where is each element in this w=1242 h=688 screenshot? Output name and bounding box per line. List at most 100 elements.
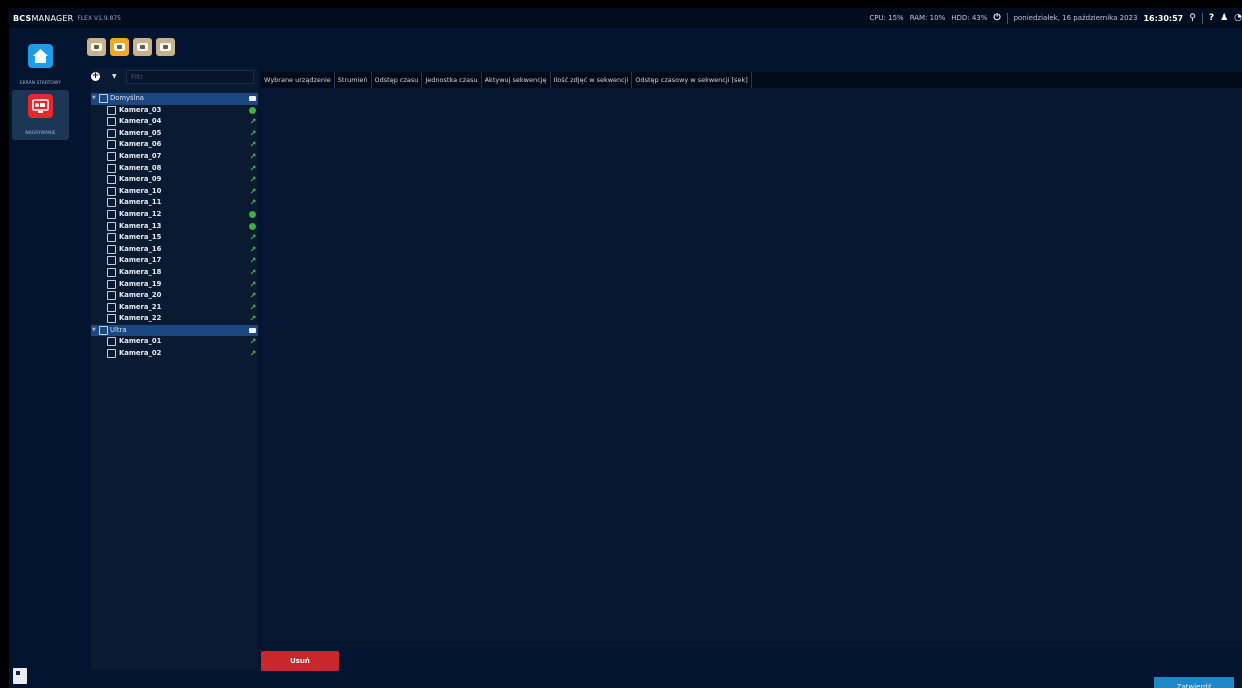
item-checkbox[interactable]	[107, 291, 116, 301]
column-header[interactable]: Odstęp czasu	[372, 72, 423, 88]
tree-item[interactable]: Kamera_16 ↗	[91, 244, 258, 256]
tree-item[interactable]: Kamera_06 ↗	[91, 139, 258, 151]
hdd-usage: HDD: 43%	[951, 14, 988, 22]
tree-item[interactable]: Kamera_19 ↗	[91, 279, 258, 291]
search-icon[interactable]: ⚲	[1189, 13, 1196, 23]
logout-icon[interactable]: ◔	[1234, 13, 1242, 23]
cpu-usage: CPU: 15%	[869, 14, 904, 22]
item-checkbox[interactable]	[107, 314, 116, 324]
item-checkbox[interactable]	[107, 128, 116, 138]
item-checkbox[interactable]	[107, 209, 116, 219]
tree-item[interactable]: Kamera_15 ↗	[91, 232, 258, 244]
connection-icon: ↗	[249, 337, 257, 347]
connection-icon: ↗	[249, 349, 257, 359]
nav-item-home[interactable]: EKRAN STARTOWY	[12, 40, 69, 90]
item-checkbox[interactable]	[107, 186, 116, 196]
tree-item[interactable]: Kamera_11 ↗	[91, 197, 258, 209]
tree-item[interactable]: Kamera_08 ↗	[91, 163, 258, 175]
layout-icon[interactable]	[13, 668, 27, 684]
item-checkbox[interactable]	[107, 221, 116, 231]
camera-label: Kamera_04	[119, 117, 162, 126]
camera-label: Kamera_10	[119, 186, 162, 195]
tree-item[interactable]: Kamera_10 ↗	[91, 186, 258, 198]
tree-item[interactable]: Kamera_09 ↗	[91, 174, 258, 186]
column-header[interactable]: Aktywuj sekwencję	[482, 72, 551, 88]
item-checkbox[interactable]	[107, 140, 116, 150]
nav-item-label: NAGRYWANIE	[25, 131, 56, 136]
camera-label: Kamera_18	[119, 267, 162, 276]
home-icon	[28, 44, 53, 68]
separator	[1201, 12, 1203, 24]
tree-item[interactable]: Kamera_02 ↗	[91, 348, 258, 360]
item-checkbox[interactable]	[107, 349, 116, 359]
item-checkbox[interactable]	[107, 244, 116, 254]
camera-label: Kamera_01	[119, 337, 162, 346]
confirm-button[interactable]: Zatwierdź	[1154, 677, 1234, 688]
camera-label: Kamera_15	[119, 233, 162, 242]
delete-button[interactable]: Usuń	[261, 651, 339, 671]
column-header[interactable]: Wybrane urządzenie	[261, 72, 335, 88]
camera-label: Kamera_11	[119, 198, 162, 207]
connection-icon: ↗	[249, 151, 257, 161]
item-checkbox[interactable]	[107, 302, 116, 312]
item-checkbox[interactable]	[107, 337, 116, 347]
group-label: Domyślna	[110, 94, 144, 102]
item-checkbox[interactable]	[107, 105, 116, 115]
power-icon[interactable]: ⏻	[993, 13, 1000, 23]
snapshot-icon[interactable]	[110, 38, 129, 56]
tree-group[interactable]: ▼ Ultra	[91, 324, 258, 337]
tree-item[interactable]: Kamera_07 ↗	[91, 151, 258, 163]
tree-item[interactable]: Kamera_05 ↗	[91, 128, 258, 140]
item-checkbox[interactable]	[107, 117, 116, 127]
tree-item[interactable]: Kamera_13	[91, 221, 258, 233]
item-checkbox[interactable]	[107, 163, 116, 173]
item-checkbox[interactable]	[107, 151, 116, 161]
column-header[interactable]: Ilość zdjęć w sekwencji	[551, 72, 633, 88]
tree-item[interactable]: Kamera_20 ↗	[91, 290, 258, 302]
tree-item[interactable]: Kamera_03	[91, 105, 258, 117]
tree-item[interactable]: Kamera_04 ↗	[91, 116, 258, 128]
item-checkbox[interactable]	[107, 256, 116, 266]
connection-icon: ↗	[249, 128, 257, 138]
tree-item[interactable]: Kamera_12	[91, 209, 258, 221]
item-checkbox[interactable]	[107, 198, 116, 208]
tree-group[interactable]: ▼ Domyślna	[91, 93, 258, 105]
expand-icon[interactable]: ▼	[92, 93, 96, 105]
camera-label: Kamera_08	[119, 163, 162, 172]
connection-icon: ↗	[249, 117, 257, 127]
chevron-down-icon[interactable]: ▼	[112, 73, 117, 80]
column-header[interactable]: Jednostka czasu	[422, 72, 482, 88]
connection-icon: ↗	[249, 302, 257, 312]
nav-item-recording[interactable]: NAGRYWANIE	[12, 90, 69, 140]
filter-input[interactable]	[126, 70, 254, 84]
item-checkbox[interactable]	[107, 279, 116, 289]
record-icon[interactable]	[133, 38, 152, 56]
tree-item[interactable]: Kamera_17 ↗	[91, 255, 258, 267]
camera-label: Kamera_16	[119, 244, 162, 253]
item-checkbox[interactable]	[107, 175, 116, 185]
column-header[interactable]: Strumień	[335, 72, 372, 88]
user-icon[interactable]: ♟	[1220, 13, 1228, 23]
archive-icon[interactable]	[156, 38, 175, 56]
item-checkbox[interactable]	[107, 267, 116, 277]
camera-icon[interactable]	[87, 38, 106, 56]
item-checkbox[interactable]	[107, 233, 116, 243]
camera-status-icon	[249, 222, 256, 230]
add-icon[interactable]: +	[91, 72, 100, 81]
app-version: FLEX V1.9.875	[77, 14, 121, 22]
camera-label: Kamera_17	[119, 256, 162, 265]
tree-item[interactable]: Kamera_22 ↗	[91, 313, 258, 325]
folder-icon	[249, 96, 256, 101]
expand-icon[interactable]: ▼	[92, 325, 96, 337]
connection-icon: ↗	[249, 198, 257, 208]
settings-grid: Wybrane urządzenie Strumień Odstęp czasu Je…	[261, 72, 1242, 647]
tree-toolbar: + ▼	[91, 68, 258, 92]
tree-item[interactable]: Kamera_21 ↗	[91, 302, 258, 314]
camera-label: Kamera_09	[119, 175, 162, 184]
group-checkbox[interactable]	[99, 94, 108, 103]
tree-item[interactable]: Kamera_18 ↗	[91, 267, 258, 279]
help-icon[interactable]: ?	[1209, 13, 1214, 23]
tree-item[interactable]: Kamera_01 ↗	[91, 336, 258, 348]
column-header[interactable]: Odstęp czasowy w sekwencji [sek]	[632, 72, 752, 88]
group-checkbox[interactable]	[99, 325, 108, 335]
